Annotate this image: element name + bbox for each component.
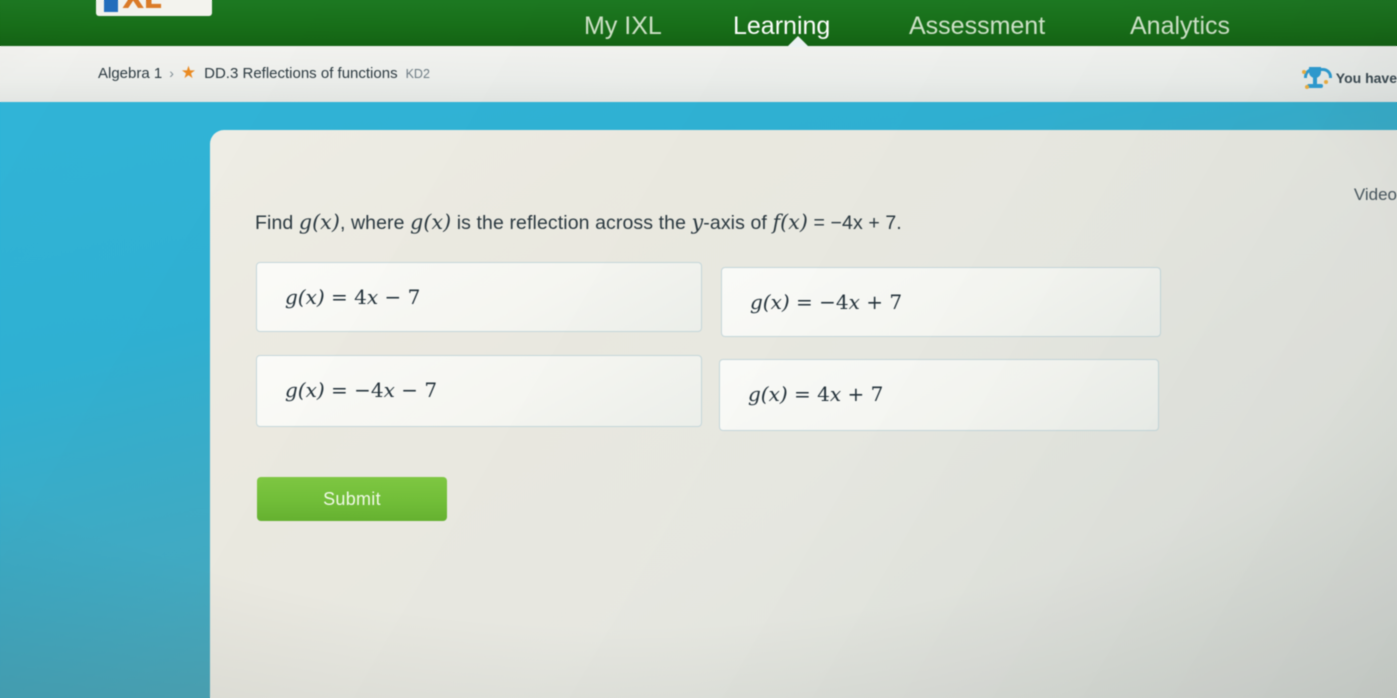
question-card: Video Find g(x), where g(x) is the refle… — [210, 130, 1397, 698]
ixl-practice-screen: Video Find g(x), where g(x) is the refle… — [0, 0, 1397, 698]
choice-1-var: x — [366, 285, 379, 309]
nav-item-learning[interactable]: Learning — [733, 0, 830, 46]
question-axis-var: y — [691, 210, 704, 234]
question-mid-1: , where — [339, 212, 411, 234]
choice-3-rest: − 7 — [394, 378, 438, 402]
answer-choice-4[interactable]: g(x) = 4x + 7 — [719, 359, 1159, 431]
ixl-logo[interactable]: XL — [96, 0, 212, 16]
question-prefix: Find — [255, 212, 299, 234]
question-mid-3: -axis of — [703, 212, 773, 234]
choice-1-lhs: g(x) — [285, 285, 325, 309]
choice-2-var: x — [848, 290, 860, 314]
active-tab-pointer-icon — [787, 36, 809, 47]
choice-4-rest: + 7 — [841, 382, 884, 406]
breadcrumb-bar: Algebra 1 › ★ DD.3 Reflections of functions… — [0, 46, 1397, 102]
choice-2-lhs: g(x) — [750, 290, 790, 314]
choice-1-eq: = 4 — [324, 285, 367, 309]
answer-choice-4-text: g(x) = 4x + 7 — [748, 382, 883, 406]
answer-choice-1[interactable]: g(x) = 4x − 7 — [256, 262, 702, 332]
nav-item-assessment[interactable]: Assessment — [909, 0, 1045, 46]
breadcrumb: Algebra 1 › ★ DD.3 Reflections of functions… — [98, 63, 430, 83]
video-link[interactable]: Video — [1354, 185, 1397, 205]
answer-choice-2-text: g(x) = −4x + 7 — [750, 290, 902, 314]
nav-item-my-ixl[interactable]: My IXL — [584, 0, 662, 46]
question-prompt: Find g(x), where g(x) is the reflection … — [255, 210, 902, 235]
breadcrumb-skill-code: KD2 — [405, 67, 430, 81]
question-equation: = −4x + 7. — [808, 212, 902, 234]
answer-choice-1-text: g(x) = 4x − 7 — [285, 285, 420, 309]
award-text: You have — [1335, 70, 1397, 86]
choice-4-lhs: g(x) — [748, 382, 788, 406]
logo-i-mark — [104, 0, 118, 12]
choice-3-var: x — [383, 378, 395, 402]
question-gx-1: g(x) — [298, 210, 340, 234]
answer-choice-3-text: g(x) = −4x − 7 — [285, 378, 437, 402]
logo-xl-text: XL — [122, 0, 162, 13]
top-navigation-bar: XL My IXL Learning Assessment Analytics — [0, 0, 1397, 46]
choice-2-eq: = −4 — [789, 290, 849, 314]
question-mid-2: is the reflection across the — [451, 212, 692, 234]
answer-choice-3[interactable]: g(x) = −4x − 7 — [256, 355, 702, 427]
choice-3-lhs: g(x) — [285, 378, 325, 402]
question-gx-2: g(x) — [410, 210, 452, 234]
submit-button[interactable]: Submit — [257, 477, 447, 521]
trophy-icon — [1301, 66, 1332, 90]
choice-3-eq: = −4 — [324, 378, 384, 402]
star-icon[interactable]: ★ — [181, 63, 196, 82]
choice-4-var: x — [829, 382, 842, 406]
choice-1-rest: − 7 — [378, 285, 421, 309]
choice-4-eq: = 4 — [787, 382, 830, 406]
question-fx: f(x) — [772, 210, 808, 234]
choice-2-rest: + 7 — [859, 290, 903, 314]
breadcrumb-skill: DD.3 Reflections of functions — [204, 65, 398, 82]
award-banner[interactable]: You have — [1301, 66, 1397, 90]
answer-choice-2[interactable]: g(x) = −4x + 7 — [721, 267, 1161, 337]
breadcrumb-course[interactable]: Algebra 1 — [98, 65, 162, 82]
nav-item-analytics[interactable]: Analytics — [1130, 0, 1230, 46]
chevron-right-icon: › — [169, 65, 174, 81]
